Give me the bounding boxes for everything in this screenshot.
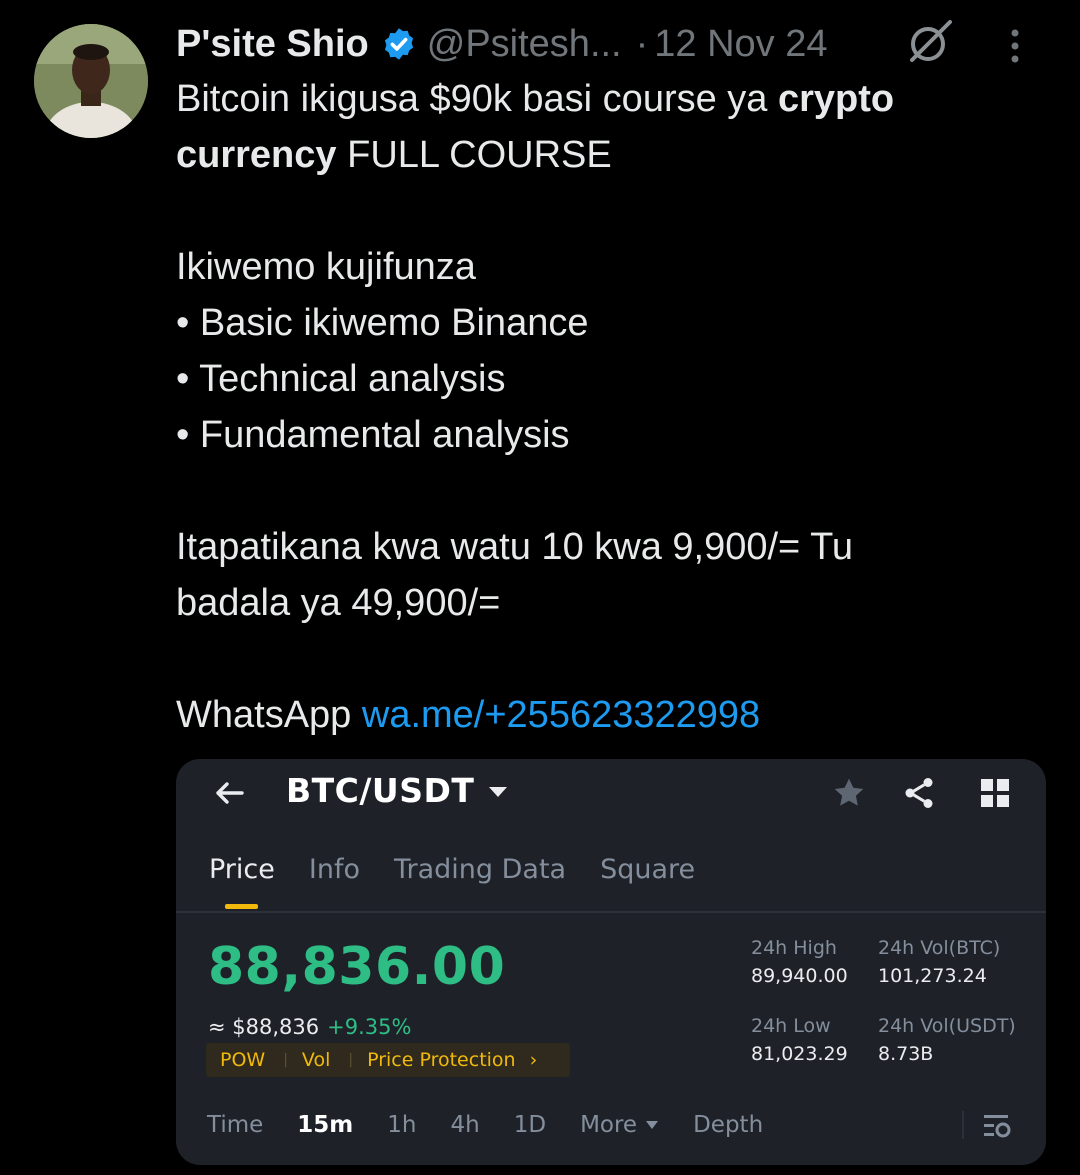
stat-24h-low: 24h Low 81,023.29 [751,1015,848,1065]
tweet-text-span: FULL COURSE [336,134,612,176]
tweet-offer-line: Itapatikana kwa watu 10 kwa 9,900/= Tu [176,526,854,568]
stat-24h-vol-btc: 24h Vol(BTC) 101,273.24 [878,937,1000,987]
tweet-bullet: • Fundamental analysis [176,414,570,456]
fiat-price-row: ≈ $88,836 +9.35% [208,1015,411,1039]
grid-icon[interactable] [979,777,1011,813]
tab-trading-data[interactable]: Trading Data [394,854,566,885]
more-label: More [580,1112,638,1138]
depth-tab[interactable]: Depth [693,1112,763,1138]
tweet-bullet: • Technical analysis [176,358,506,400]
tweet-text: Bitcoin ikigusa $90k basi course ya cryp… [176,71,1036,743]
card-tabs: Price Info Trading Data Square [209,854,695,909]
tweet-offer-line: badala ya 49,900/= [176,582,501,624]
tab-square[interactable]: Square [600,854,695,885]
stat-value: 81,023.29 [751,1043,848,1065]
tab-info[interactable]: Info [309,854,360,885]
tweet-header: P'site Shio @Psitesh... · 12 Nov 24 [176,16,828,72]
star-icon[interactable] [831,775,867,815]
tag-price-protection[interactable]: Price Protection [353,1049,516,1071]
stat-label: 24h Vol(BTC) [878,937,1001,959]
caret-down-icon[interactable] [487,784,509,803]
tag-pow[interactable]: POW [206,1049,265,1071]
tabs-divider [176,911,1046,913]
price-change: +9.35% [327,1015,412,1039]
tag-divider: | [348,1052,354,1068]
interval-1h[interactable]: 1h [387,1112,416,1138]
author-name[interactable]: P'site Shio [176,23,369,66]
tag-vol[interactable]: Vol [288,1049,330,1071]
tag-bar[interactable]: POW | Vol | Price Protection › [206,1043,570,1077]
avatar-photo [34,24,148,138]
tweet-contact: WhatsApp wa.me/+255623322998 [176,687,1036,743]
stat-value: 8.73B [878,1043,934,1065]
stat-label: 24h High [751,937,837,959]
whatsapp-link[interactable]: wa.me/+255623322998 [362,694,760,736]
interval-1d[interactable]: 1D [514,1112,546,1138]
toolbar-divider [962,1111,964,1139]
chevron-right-icon[interactable]: › [516,1049,538,1071]
stat-label: 24h Low [751,1015,831,1037]
stat-24h-vol-usdt: 24h Vol(USDT) 8.73B [878,1015,1016,1065]
media-card[interactable]: BTC/USDT Price Info Trading Data Square … [176,759,1046,1165]
tag-divider: | [283,1052,288,1068]
more-options-icon[interactable] [1008,26,1022,71]
stat-label: 24h Vol(USDT) [878,1015,1016,1037]
more-intervals-button[interactable]: More [580,1112,659,1138]
verified-badge-icon [381,26,417,62]
interval-time[interactable]: Time [207,1112,263,1138]
interval-bar: Time 15m 1h 4h 1D More Depth [207,1112,797,1138]
tweet-bold-span: crypto [778,78,895,120]
tweet-line-2: currency FULL COURSE [176,127,1036,183]
chart-settings-icon[interactable] [982,1112,1012,1144]
interval-4h[interactable]: 4h [451,1112,480,1138]
interval-15m[interactable]: 15m [297,1112,353,1138]
tweet-line-1: Bitcoin ikigusa $90k basi course ya cryp… [176,71,1036,127]
last-price: 88,836.00 [208,937,506,997]
stat-24h-high: 24h High 89,940.00 [751,937,848,987]
separator-dot: · [635,22,649,65]
grok-icon[interactable] [904,16,956,73]
author-handle[interactable]: @Psitesh... [427,23,622,66]
stat-value: 101,273.24 [878,965,987,987]
contact-label: WhatsApp [176,694,362,736]
tweet-text-span: Bitcoin ikigusa $90k basi course ya [176,78,778,120]
share-icon[interactable] [901,775,937,815]
fiat-price: ≈ $88,836 [208,1015,320,1039]
back-arrow-icon[interactable] [210,773,250,817]
caret-down-icon [646,1121,659,1129]
tweet-intro: Ikiwemo kujifunza [176,246,476,288]
tweet-bold-span: currency [176,134,337,176]
card-topbar: BTC/USDT [176,759,1046,829]
avatar[interactable] [34,24,148,138]
tab-price[interactable]: Price [209,854,275,909]
stat-value: 89,940.00 [751,965,848,987]
tweet-date[interactable]: 12 Nov 24 [654,23,827,66]
tweet-bullet: • Basic ikiwemo Binance [176,302,589,344]
trading-pair[interactable]: BTC/USDT [286,771,474,810]
